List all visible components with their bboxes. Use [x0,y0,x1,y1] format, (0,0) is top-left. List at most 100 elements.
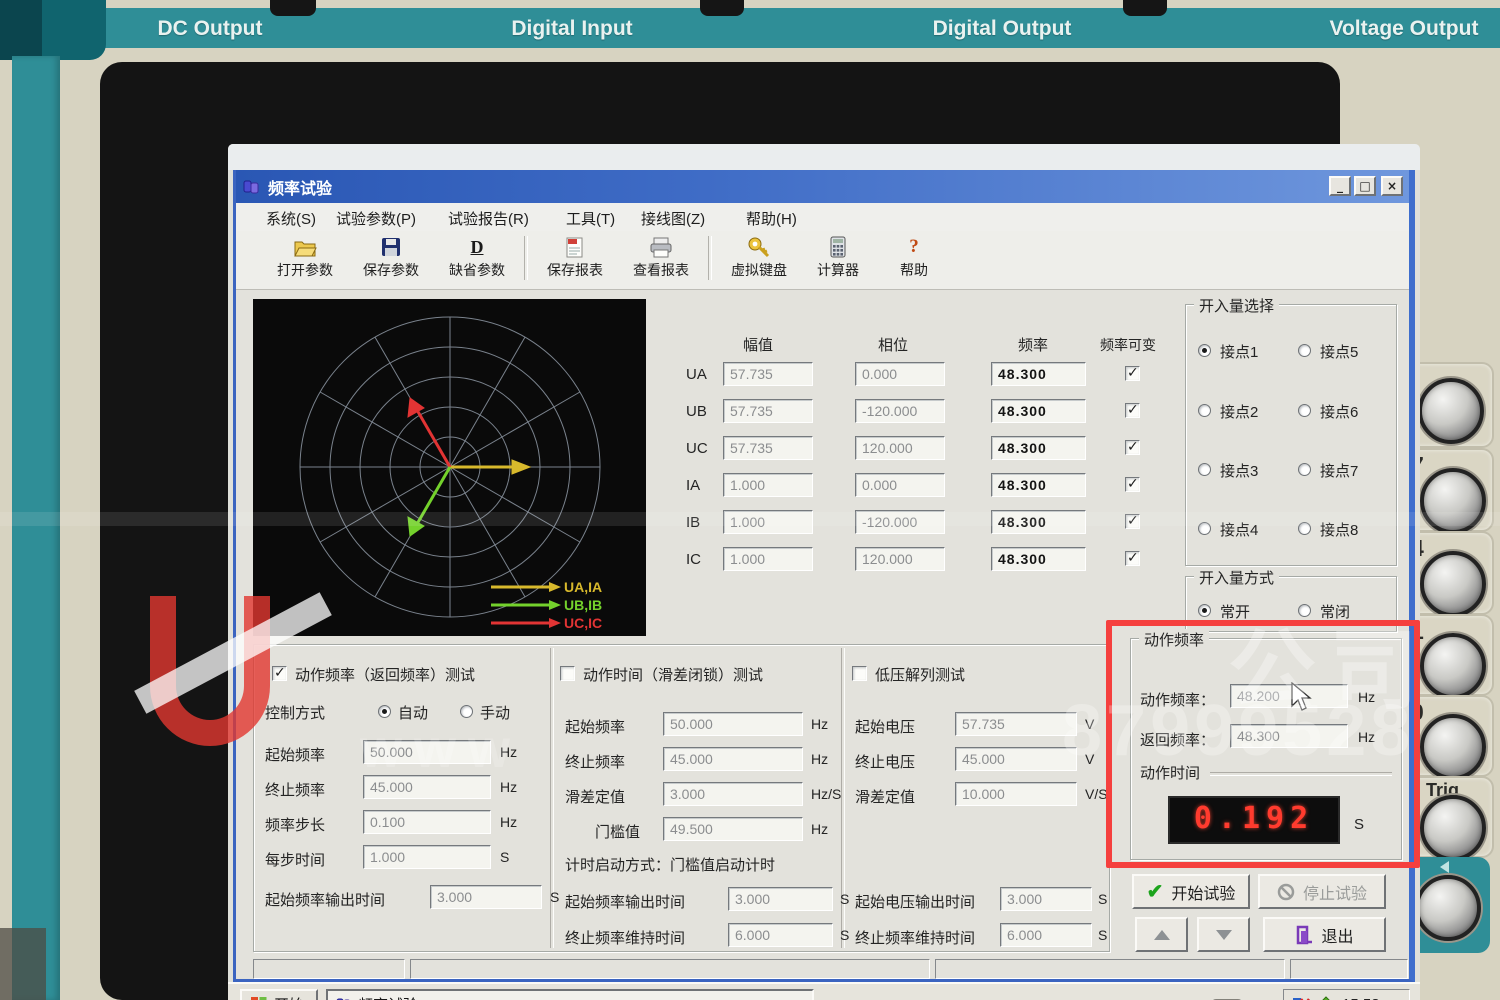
toolbar-virtual-keyboard[interactable]: 虚拟键盘 [716,231,802,285]
radio-label[interactable]: 常开 [1220,601,1250,622]
toolbar-default-params[interactable]: D 缺省参数 [434,231,520,285]
task-button-freq-test[interactable]: 频率试验 [326,989,814,1000]
end-hold-time-field[interactable]: 6.000 [728,923,833,947]
phase-field[interactable]: -120.000 [855,399,945,423]
phase-field[interactable]: -120.000 [855,510,945,534]
slip-setting-field[interactable]: 3.000 [663,782,803,806]
start-output-time-field[interactable]: 3.000 [1000,887,1092,911]
voltage-test-checkbox-label[interactable]: 低压解列测试 [875,664,965,685]
title-bar[interactable]: 频率试验 _ □ × [236,170,1409,203]
printer-tray-icon[interactable] [1210,996,1246,1000]
start-output-time-field[interactable]: 3.000 [728,887,833,911]
app-icon [243,180,259,193]
menu-test-params[interactable]: 试验参数(P) [336,208,416,229]
amplitude-field[interactable]: 57.735 [723,436,813,460]
frequency-field[interactable]: 48.300 [991,473,1086,497]
freq-test-checkbox[interactable] [272,665,287,681]
amplitude-field[interactable]: 1.000 [723,510,813,534]
amplitude-field[interactable]: 57.735 [723,399,813,423]
slip-setting-field[interactable]: 10.000 [955,782,1077,806]
threshold-field[interactable]: 49.500 [663,817,803,841]
freq-variable-checkbox[interactable] [1125,439,1140,455]
start-test-button[interactable]: ✔ 开始试验 [1132,874,1250,909]
end-hold-time-field[interactable]: 6.000 [1000,923,1092,947]
end-freq-field[interactable]: 45.000 [363,775,491,799]
menu-tools[interactable]: 工具(T) [566,208,615,229]
radio-label[interactable]: 接点7 [1320,460,1358,481]
radio-label[interactable]: 接点4 [1220,519,1258,540]
radio-manual[interactable] [460,705,473,718]
phase-field[interactable]: 120.000 [855,547,945,571]
radio-contact-8[interactable] [1298,522,1311,535]
freq-variable-checkbox[interactable] [1125,402,1140,418]
freq-variable-checkbox[interactable] [1125,365,1140,381]
radio-normally-closed[interactable] [1298,604,1311,617]
move-down-button[interactable] [1197,917,1250,952]
radio-contact-1[interactable] [1198,344,1211,357]
control-mode-label: 控制方式 [265,705,326,722]
phasor-legend: UA,IA UB,IB UC,IC [491,579,602,631]
freq-variable-checkbox[interactable] [1125,550,1140,566]
freq-test-checkbox-label[interactable]: 动作频率（返回频率）测试 [295,664,475,685]
radio-label[interactable]: 接点1 [1220,341,1258,362]
toolbar-open-params[interactable]: 打开参数 [262,231,348,285]
radio-label[interactable]: 接点2 [1220,401,1258,422]
start-freq-field[interactable]: 50.000 [663,712,803,736]
end-freq-field[interactable]: 45.000 [663,747,803,771]
system-tray[interactable]: 15:58 [1283,989,1410,1000]
radio-label[interactable]: 接点8 [1320,519,1358,540]
toolbar-view-report[interactable]: 查看报表 [618,231,704,285]
phase-field[interactable]: 0.000 [855,473,945,497]
radio-label[interactable]: 接点3 [1220,460,1258,481]
toolbar-calculator[interactable]: 计算器 [802,231,874,285]
freq-step-field[interactable]: 0.100 [363,810,491,834]
amplitude-field[interactable]: 57.735 [723,362,813,386]
menu-wiring[interactable]: 接线图(Z) [641,208,705,229]
freq-variable-checkbox[interactable] [1125,476,1140,492]
toolbar-save-params[interactable]: 保存参数 [348,231,434,285]
frequency-field[interactable]: 48.300 [991,510,1086,534]
menu-test-report[interactable]: 试验报告(R) [448,208,529,229]
frequency-field[interactable]: 48.300 [991,399,1086,423]
freq-variable-checkbox[interactable] [1125,513,1140,529]
maximize-icon[interactable]: □ [1354,176,1376,196]
end-voltage-field[interactable]: 45.000 [955,747,1077,771]
radio-label[interactable]: 手动 [480,702,510,723]
phase-field[interactable]: 0.000 [855,362,945,386]
start-menu-button[interactable]: 开始 [240,989,318,1000]
voltage-test-checkbox[interactable] [852,666,867,681]
radio-label[interactable]: 接点5 [1320,341,1358,362]
radio-normally-open[interactable] [1198,604,1211,617]
frequency-field[interactable]: 48.300 [991,436,1086,460]
stop-test-button[interactable]: 停止试验 [1258,874,1386,909]
menu-system[interactable]: 系统(S) [266,208,316,229]
time-test-checkbox-label[interactable]: 动作时间（滑差闭锁）测试 [583,664,763,685]
toolbar-help[interactable]: ? 帮助 [874,231,954,285]
radio-auto[interactable] [378,705,391,718]
start-output-time-field[interactable]: 3.000 [430,885,542,909]
amplitude-field[interactable]: 1.000 [723,473,813,497]
start-freq-field[interactable]: 50.000 [363,740,491,764]
radio-contact-3[interactable] [1198,463,1211,476]
close-icon[interactable]: × [1381,176,1403,196]
frequency-field[interactable]: 48.300 [991,547,1086,571]
menu-help[interactable]: 帮助(H) [746,208,797,229]
exit-button[interactable]: 退出 [1263,917,1386,952]
amplitude-field[interactable]: 1.000 [723,547,813,571]
radio-contact-2[interactable] [1198,404,1211,417]
time-test-checkbox[interactable] [560,666,575,681]
minimize-icon[interactable]: _ [1329,176,1351,196]
move-up-button[interactable] [1135,917,1188,952]
start-voltage-field[interactable]: 57.735 [955,712,1077,736]
radio-label[interactable]: 常闭 [1320,601,1350,622]
radio-contact-7[interactable] [1298,463,1311,476]
step-time-field[interactable]: 1.000 [363,845,491,869]
toolbar-save-report[interactable]: 保存报表 [532,231,618,285]
radio-label[interactable]: 接点6 [1320,401,1358,422]
frequency-field[interactable]: 48.300 [991,362,1086,386]
radio-label[interactable]: 自动 [398,702,428,723]
radio-contact-5[interactable] [1298,344,1311,357]
radio-contact-4[interactable] [1198,522,1211,535]
phase-field[interactable]: 120.000 [855,436,945,460]
radio-contact-6[interactable] [1298,404,1311,417]
